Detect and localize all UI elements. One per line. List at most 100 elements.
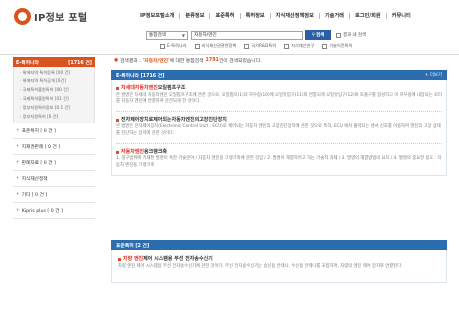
result-title[interactable]: 전자제어장치로제어되는자동차엔진의고장진단장치 [116,117,442,124]
sidebar-item-label: Kipris plus [ 0 건 ] [21,208,63,214]
nav-divider [239,12,241,19]
plus-icon: + [16,192,20,198]
sidebar-item-precedents[interactable]: + 판례자료 [ 0 건 ] [13,155,95,172]
top-navigation: IP정보포털소개 분류정보 표준특허 특허정보 지식재산정책정보 기술거래 로그… [140,12,411,19]
result-title-highlight: 차량 엔진 [123,256,144,262]
section-header-standard-patent: 표준특허 [2 건] [111,240,447,250]
section-body-e-patent: 차세대자동차엔진 오일펌프구조 본 발명은 차세대 자동차엔진 오일펌프구조에 관… [111,80,447,176]
filter-tech-transfer[interactable]: 기술이전특허 [322,43,352,49]
section-title: 표준특허 [116,243,134,249]
result-title-highlight: 자동차엔진 [121,148,145,155]
search-input[interactable]: 자동차/엔진 [191,30,303,40]
search-button-label: 검색 [315,33,325,38]
nav-divider [385,12,387,19]
search-within-results[interactable]: 결과 내 검색 [336,32,366,38]
nav-divider [179,12,181,19]
section-count: [1716 건] [140,73,165,79]
result-title-text: 제어 시스템용 무선 전자송수신기 [143,256,213,262]
search-scope-value: 통합검색 [149,33,166,38]
plus-icon: + [16,208,20,214]
sidebar-item-standard-patent[interactable]: + 표준특허 [ 0 건 ] [13,123,95,140]
plus-icon: + [16,144,20,150]
nav-item-tech-trade[interactable]: 기술거래 [325,12,344,19]
sidebar-item-kipris-plus[interactable]: + Kipris plus [ 0 건 ] [13,203,95,220]
nav-item-patent-info[interactable]: 특허정보 [246,12,265,19]
filter-ip-research[interactable]: 지식재산연구 [284,43,314,49]
search-button[interactable]: ⚲ 검색 [305,30,331,40]
filter-checkbox[interactable] [322,43,328,49]
filter-ip-policy[interactable]: 지식재산권관련정책 [194,43,236,49]
nav-divider [318,12,320,19]
bullet-icon [118,257,121,261]
summary-query: '자동차/엔진' [142,59,170,64]
sidebar-item-ip-policy[interactable]: + 지식재산정책 [13,171,95,188]
sidebar-item-label: 표준특허 [ 0 건 ] [21,128,56,134]
result-item: 차량 엔진 제어 시스템용 무선 전자송수신기 차량 엔진 제어 시스템용 무선 … [118,251,440,276]
sidebar-subitem[interactable]: · 국제특허출원특허 [01 건] [14,95,94,104]
more-link[interactable]: + 더보기 [425,72,442,78]
filter-label: 국가R&D특허 [251,43,277,48]
result-snippet: 차량 엔진 제어 시스템용 무선 전자송수신기에 관한 것이다. 무선 전자송수… [118,263,403,269]
summary-count: 1791 [205,58,219,63]
sidebar-subitem[interactable]: · 국제특허출원특허 [00 건] [14,86,94,95]
nav-divider [348,12,350,19]
filter-label: E-특허나라 [167,43,187,48]
nav-item-login[interactable]: 로그인/회원 [355,12,381,19]
filter-checkbox[interactable] [284,43,290,49]
nav-item-community[interactable]: 커뮤니티 [392,12,411,19]
sidebar-item-label: 지재권판례 [ 0 건 ] [21,144,61,150]
filter-national-rnd[interactable]: 국가R&D특허 [244,43,276,49]
portal-logo[interactable]: IP정보 포털 [14,6,87,26]
sidebar-item-etc[interactable]: + 기타 [ 0 건 ] [13,187,95,204]
nav-item-classification[interactable]: 분류정보 [185,12,204,19]
plus-icon: + [16,128,20,134]
search-summary: ● 검색결과 : '자동차/엔진' 에 대한 통합검색 1791 건이 검색되었… [111,57,447,64]
sidebar-subitem[interactable]: · 위에지역 특허등록 [00 건] [14,68,94,77]
result-snippet: 본 발명은 차세대 자동차엔진 오일펌프구조에 관한 것으로, 오일펌프(1)의… [116,92,442,104]
logo-text: IP정보 포털 [34,12,88,24]
nav-divider [209,12,211,19]
sidebar-subitems: · 위에지역 특허등록 [00 건] · 위에지역 특허공개 [0건] · 국제… [13,67,95,124]
search-icon: ⚲ [311,32,315,38]
result-title-text: 전자제어장치로제어되는자동차엔진의고장진단장치 [121,116,227,123]
result-title-text: 용크랭크축 [144,148,168,155]
bullet-icon [116,150,119,154]
filter-checkbox[interactable] [160,43,165,49]
summary-suffix: 건이 검색되었습니다. [218,59,262,64]
sidebar-item-count: [1716 건] [68,60,92,66]
result-snippet: 본 발명은 전자제어장치(Electronic Control Unit : E… [116,124,441,136]
result-title[interactable]: 차세대자동차엔진 오일펌프구조 [116,85,442,92]
sidebar-item-label: E-특허나라 [16,60,39,66]
source-filters: E-특허나라 지식재산권관련정책 국가R&D특허 지식재산연구 기술이전특허 [160,43,360,49]
nav-item-standard-patent[interactable]: 표준특허 [215,12,234,19]
section-title: E-특허나라 [116,73,139,79]
sidebar-subitem[interactable]: · 위에지역 특허공개 [0건] [14,77,94,86]
summary-middle: 에 대한 통합검색 [169,59,204,64]
sidebar: E-특허나라 [1716 건] · 위에지역 특허등록 [00 건] · 위에지… [13,57,95,220]
sidebar-item-e-patent[interactable]: E-특허나라 [1716 건] [13,57,95,67]
plus-icon: + [16,160,20,166]
nav-item-ip-policy[interactable]: 지식재산정책정보 [276,12,314,19]
result-title[interactable]: 자동차엔진 용크랭크축 [116,149,442,156]
sidebar-subitem[interactable]: · 정부지원특허 [0 건] [14,112,94,121]
result-item: 차세대자동차엔진 오일펌프구조 본 발명은 차세대 자동차엔진 오일펌프구조에 관… [116,80,442,112]
sidebar-subitem[interactable]: · 정부지원특허정보 [0 1 건] [14,103,94,112]
search-scope-select[interactable]: 통합검색 ▼ [146,30,188,40]
nav-divider [269,12,271,19]
result-title-highlight: 차세대자동차엔진 [121,85,158,91]
section-header-e-patent: E-특허나라 [1716 건] + 더보기 [111,70,447,80]
result-title[interactable]: 차량 엔진 제어 시스템용 무선 전자송수신기 [118,256,440,263]
results-main: ● 검색결과 : '자동차/엔진' 에 대한 통합검색 1791 건이 검색되었… [111,57,447,176]
section-count: [2 건] [135,243,150,249]
filter-checkbox[interactable] [244,43,250,49]
result-item: 전자제어장치로제어되는자동차엔진의고장진단장치 본 발명은 전자제어장치(Ele… [116,112,442,144]
filter-checkbox[interactable] [194,43,200,49]
filter-e-patent[interactable]: E-특허나라 [160,43,187,49]
search-within-label: 결과 내 검색 [343,33,366,38]
summary-prefix: 검색결과 : [120,59,141,64]
nav-item-about[interactable]: IP정보포털소개 [140,12,174,19]
bullet-icon [116,118,119,122]
sidebar-item-case-law[interactable]: + 지재권판례 [ 0 건 ] [13,139,95,156]
search-within-checkbox[interactable] [336,32,341,38]
search-query-value: 자동차/엔진 [194,33,217,38]
